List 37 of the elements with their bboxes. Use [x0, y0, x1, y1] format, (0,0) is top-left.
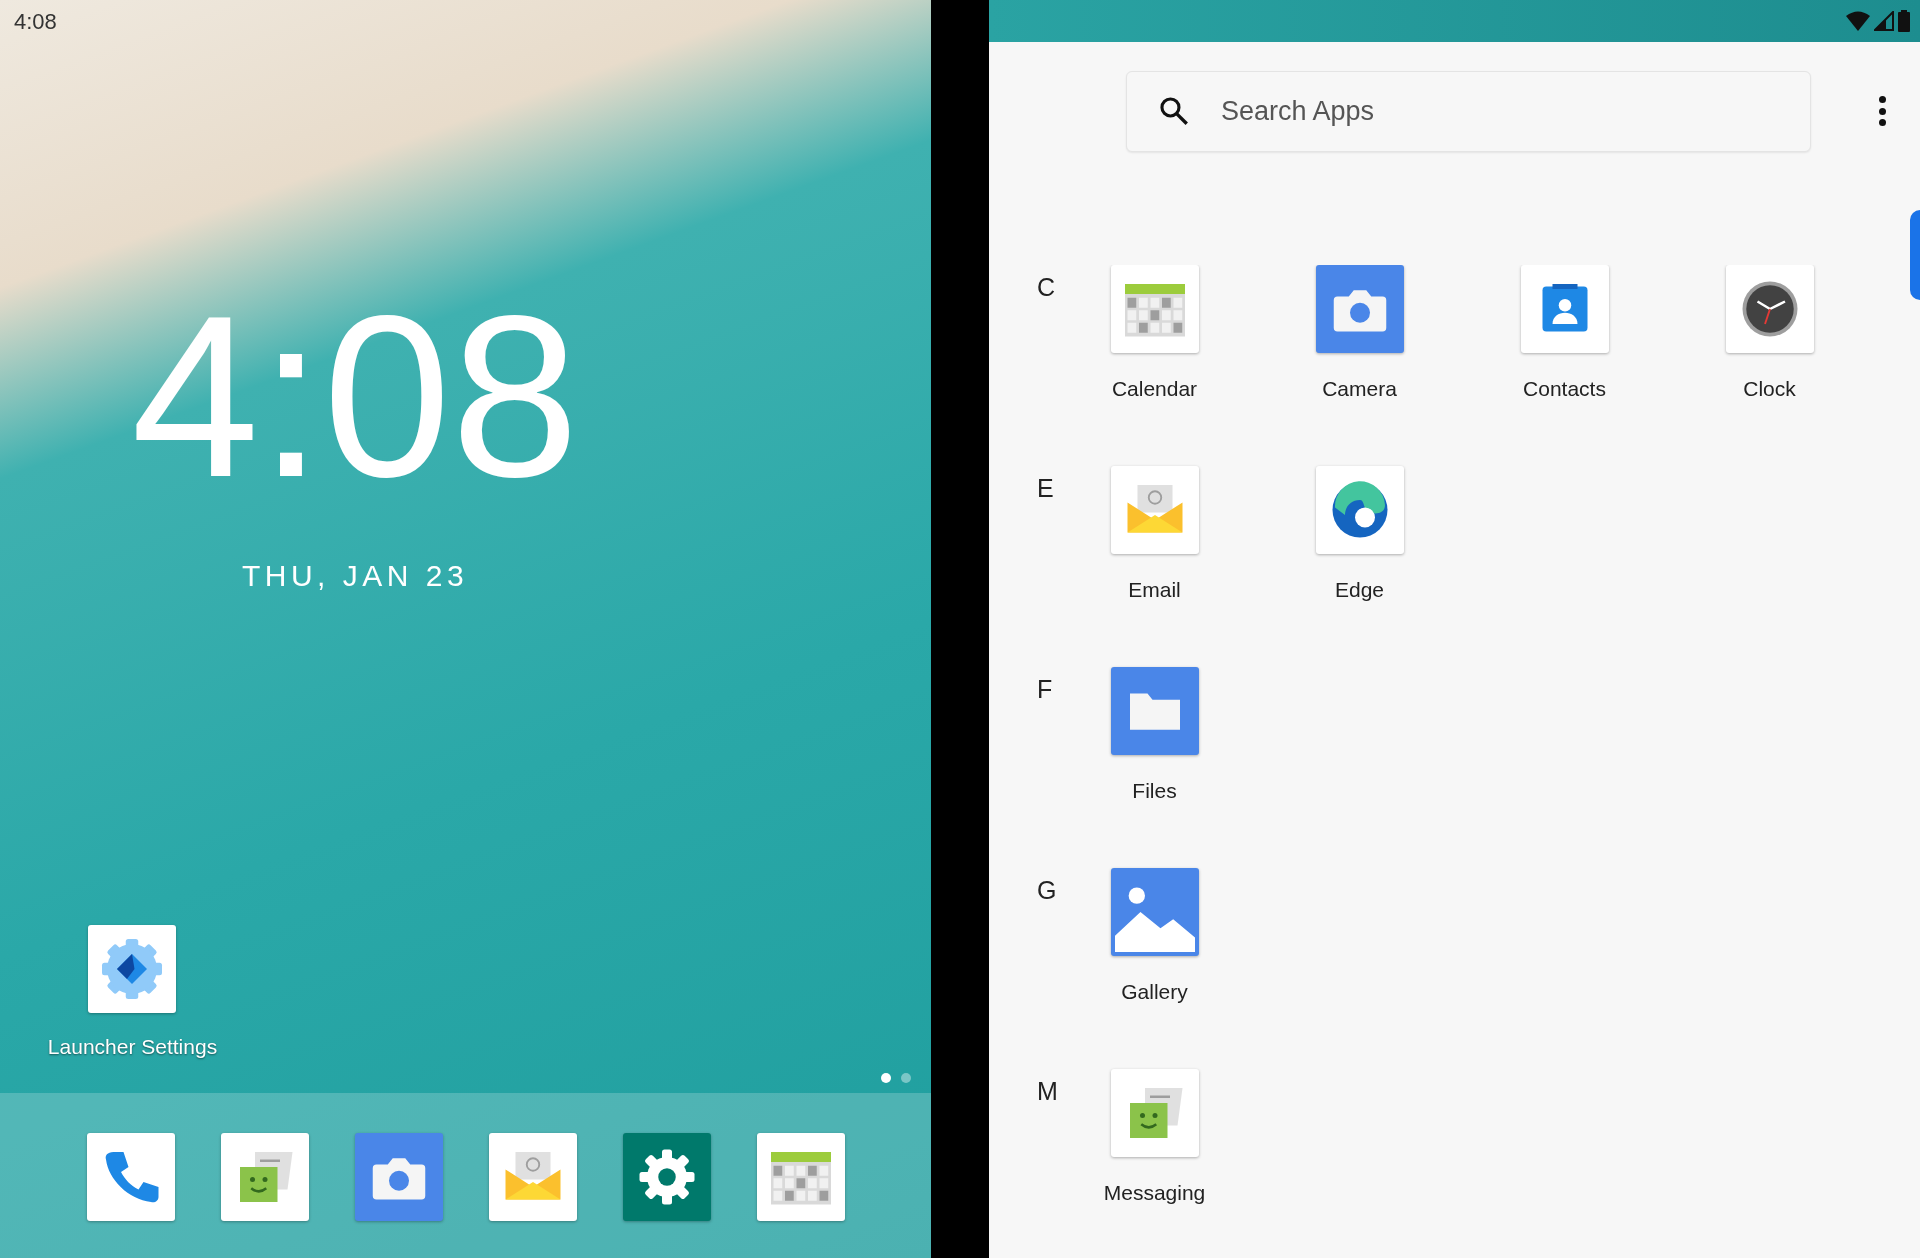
envelope-icon[interactable]: [488, 1132, 577, 1221]
folder-icon: [1110, 666, 1199, 755]
chat-bubble-icon: [1110, 1068, 1199, 1157]
settings-icon[interactable]: [622, 1132, 711, 1221]
chat-bubble-icon[interactable]: [220, 1132, 309, 1221]
camera-icon: [1315, 264, 1404, 353]
app-launcher-item[interactable]: Email: [1110, 465, 1199, 667]
search-icon: [1157, 94, 1191, 128]
section-letter: E: [1037, 472, 1052, 504]
app-launcher-item[interactable]: Camera: [1315, 264, 1404, 466]
date-text: THU, JAN 23: [241, 558, 469, 594]
calendar-icon[interactable]: [756, 1132, 845, 1221]
wifi-icon: [1846, 10, 1870, 31]
section-letter: F: [1037, 673, 1052, 705]
calendar-icon: [1110, 264, 1199, 353]
app-launcher-item[interactable]: Clock: [1725, 264, 1814, 466]
app-launcher-item[interactable]: Calendar: [1110, 264, 1199, 466]
phone-icon[interactable]: [86, 1132, 175, 1221]
search-field[interactable]: Search Apps: [1126, 70, 1811, 152]
app-launcher-item[interactable]: Messaging: [1103, 1068, 1206, 1258]
app-launcher-item[interactable]: Contacts: [1520, 264, 1609, 466]
section-letter: C: [1037, 271, 1052, 303]
app-launcher-item[interactable]: Gallery: [1110, 867, 1199, 1069]
gear-icon: [88, 925, 177, 1013]
picture-icon: [1110, 867, 1199, 956]
clock-icon: [1725, 264, 1814, 353]
app-launcher-item[interactable]: Edge: [1315, 465, 1404, 667]
signal-icon: [1874, 10, 1894, 31]
status-time: 4:08: [14, 7, 57, 36]
clock-time: 4:08: [131, 297, 579, 497]
app-launcher-item[interactable]: Files: [1110, 666, 1199, 868]
search-input[interactable]: Search Apps: [1221, 90, 1781, 132]
battery-icon: [1898, 9, 1910, 32]
camera-icon[interactable]: [354, 1132, 443, 1221]
swirl-icon: [1315, 465, 1404, 554]
contact-card-icon: [1520, 264, 1609, 353]
envelope-icon: [1110, 465, 1199, 554]
